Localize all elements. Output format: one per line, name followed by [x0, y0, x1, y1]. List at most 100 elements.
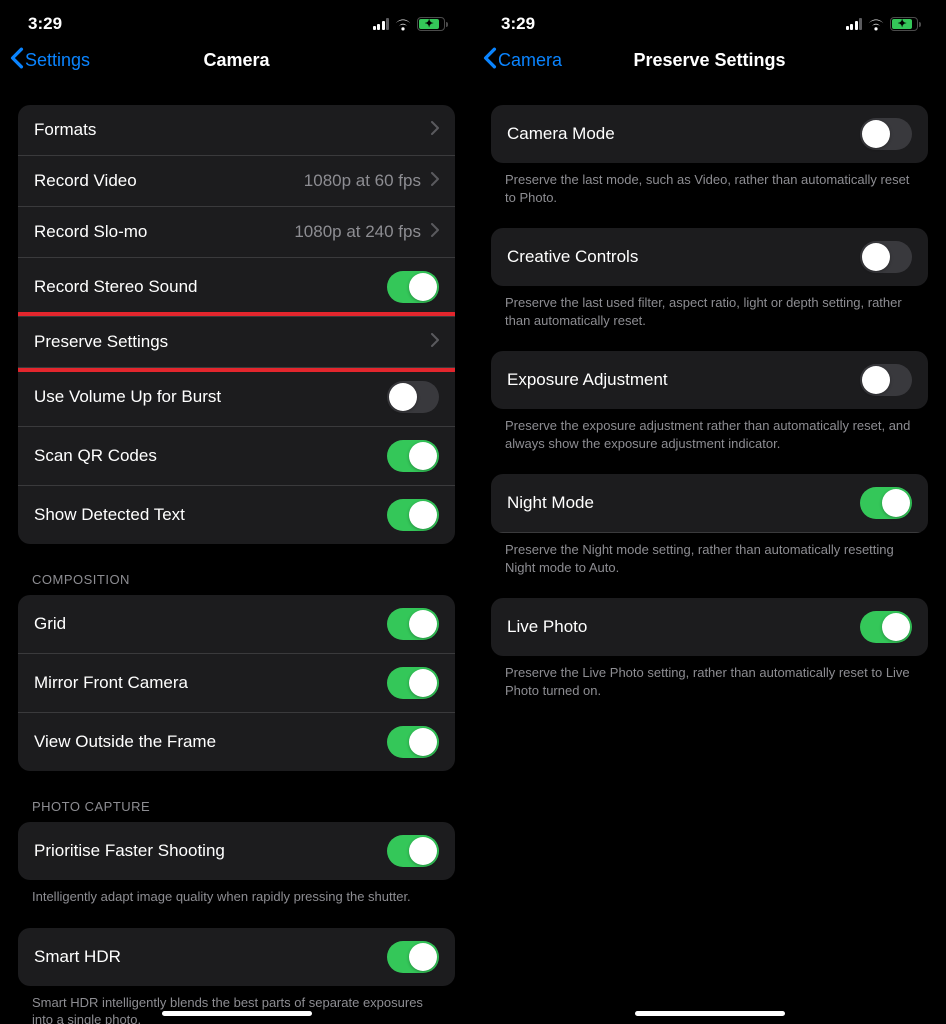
row-exposure: Exposure Adjustment: [491, 351, 928, 409]
row-live-photo: Live Photo: [491, 598, 928, 656]
footer-smarthdr: Smart HDR intelligently blends the best …: [18, 986, 455, 1024]
settings-group-composition: Grid Mirror Front Camera View Outside th…: [18, 595, 455, 771]
row-smart-hdr: Smart HDR: [18, 928, 455, 986]
status-time: 3:29: [501, 14, 535, 34]
wifi-icon: [394, 18, 412, 31]
row-grid: Grid: [18, 595, 455, 654]
cellular-icon: [846, 18, 863, 30]
toggle-night-mode[interactable]: [860, 487, 912, 519]
row-label: Live Photo: [507, 617, 587, 637]
row-value: 1080p at 240 fps: [294, 222, 421, 242]
row-faster-shooting: Prioritise Faster Shooting: [18, 822, 455, 880]
row-volume-burst: Use Volume Up for Burst: [18, 368, 455, 427]
group-camera-mode: Camera Mode: [491, 105, 928, 163]
footer-faster: Intelligently adapt image quality when r…: [18, 880, 455, 906]
back-label: Settings: [25, 50, 90, 71]
toggle-live-photo[interactable]: [860, 611, 912, 643]
battery-icon: ✦: [417, 17, 445, 31]
row-label: Record Slo-mo: [34, 222, 147, 242]
row-label: Scan QR Codes: [34, 446, 157, 466]
row-value: 1080p at 60 fps: [304, 171, 421, 191]
status-bar: 3:29 ✦: [0, 0, 473, 36]
toggle-grid[interactable]: [387, 608, 439, 640]
group-exposure: Exposure Adjustment: [491, 351, 928, 409]
row-record-slomo[interactable]: Record Slo-mo 1080p at 240 fps: [18, 207, 455, 258]
cellular-icon: [373, 18, 390, 30]
settings-content: Formats Record Video 1080p at 60 fps Rec…: [0, 87, 473, 1024]
row-preserve-settings[interactable]: Preserve Settings: [18, 317, 455, 368]
toggle-exposure[interactable]: [860, 364, 912, 396]
status-indicators: ✦: [373, 17, 446, 31]
toggle-outside-frame[interactable]: [387, 726, 439, 758]
toggle-mirror[interactable]: [387, 667, 439, 699]
back-label: Camera: [498, 50, 562, 71]
row-mirror: Mirror Front Camera: [18, 654, 455, 713]
footer-live: Preserve the Live Photo setting, rather …: [491, 656, 928, 699]
back-button[interactable]: Camera: [483, 47, 562, 74]
row-scan-qr: Scan QR Codes: [18, 427, 455, 486]
back-button[interactable]: Settings: [10, 47, 90, 74]
wifi-icon: [867, 18, 885, 31]
status-indicators: ✦: [846, 17, 919, 31]
settings-content: Camera Mode Preserve the last mode, such…: [473, 87, 946, 699]
row-label: Preserve Settings: [34, 332, 168, 352]
row-creative-controls: Creative Controls: [491, 228, 928, 286]
chevron-right-icon: [431, 121, 439, 140]
row-detected-text: Show Detected Text: [18, 486, 455, 544]
group-creative: Creative Controls: [491, 228, 928, 286]
toggle-faster[interactable]: [387, 835, 439, 867]
row-label: Grid: [34, 614, 66, 634]
section-header-composition: COMPOSITION: [18, 544, 455, 595]
toggle-volume-burst[interactable]: [387, 381, 439, 413]
settings-group-smarthdr: Smart HDR: [18, 928, 455, 986]
toggle-scan-qr[interactable]: [387, 440, 439, 472]
status-time: 3:29: [28, 14, 62, 34]
footer-night: Preserve the Night mode setting, rather …: [491, 533, 928, 576]
row-camera-mode: Camera Mode: [491, 105, 928, 163]
page-title: Preserve Settings: [633, 50, 785, 71]
row-label: Show Detected Text: [34, 505, 185, 525]
section-header-photo-capture: PHOTO CAPTURE: [18, 771, 455, 822]
row-label: Use Volume Up for Burst: [34, 387, 221, 407]
row-record-video[interactable]: Record Video 1080p at 60 fps: [18, 156, 455, 207]
row-night-mode: Night Mode: [491, 474, 928, 533]
row-formats[interactable]: Formats: [18, 105, 455, 156]
toggle-creative[interactable]: [860, 241, 912, 273]
row-outside-frame: View Outside the Frame: [18, 713, 455, 771]
footer-camera-mode: Preserve the last mode, such as Video, r…: [491, 163, 928, 206]
chevron-right-icon: [431, 333, 439, 352]
footer-creative: Preserve the last used filter, aspect ra…: [491, 286, 928, 329]
page-title: Camera: [203, 50, 269, 71]
row-label: Night Mode: [507, 493, 594, 513]
status-bar: 3:29 ✦: [473, 0, 946, 36]
row-label: Mirror Front Camera: [34, 673, 188, 693]
nav-bar: Camera Preserve Settings: [473, 36, 946, 87]
toggle-stereo[interactable]: [387, 271, 439, 303]
group-night-mode: Night Mode: [491, 474, 928, 533]
row-stereo-sound: Record Stereo Sound: [18, 258, 455, 317]
home-indicator[interactable]: [162, 1011, 312, 1016]
group-live-photo: Live Photo: [491, 598, 928, 656]
phone-right: 3:29 ✦ Camera Preserve Settings Camera M…: [473, 0, 946, 1024]
phone-left: 3:29 ✦ Settings Camera Formats Record Vi: [0, 0, 473, 1024]
row-label: Record Video: [34, 171, 137, 191]
battery-icon: ✦: [890, 17, 918, 31]
chevron-left-icon: [10, 47, 24, 74]
row-label: Exposure Adjustment: [507, 370, 668, 390]
settings-group-faster: Prioritise Faster Shooting: [18, 822, 455, 880]
footer-exposure: Preserve the exposure adjustment rather …: [491, 409, 928, 452]
chevron-left-icon: [483, 47, 497, 74]
row-label: Prioritise Faster Shooting: [34, 841, 225, 861]
row-label: Creative Controls: [507, 247, 638, 267]
toggle-camera-mode[interactable]: [860, 118, 912, 150]
settings-group-main: Formats Record Video 1080p at 60 fps Rec…: [18, 105, 455, 544]
chevron-right-icon: [431, 223, 439, 242]
home-indicator[interactable]: [635, 1011, 785, 1016]
toggle-smart-hdr[interactable]: [387, 941, 439, 973]
chevron-right-icon: [431, 172, 439, 191]
toggle-detected-text[interactable]: [387, 499, 439, 531]
row-label: Camera Mode: [507, 124, 615, 144]
row-label: View Outside the Frame: [34, 732, 216, 752]
row-label: Record Stereo Sound: [34, 277, 198, 297]
row-label: Smart HDR: [34, 947, 121, 967]
